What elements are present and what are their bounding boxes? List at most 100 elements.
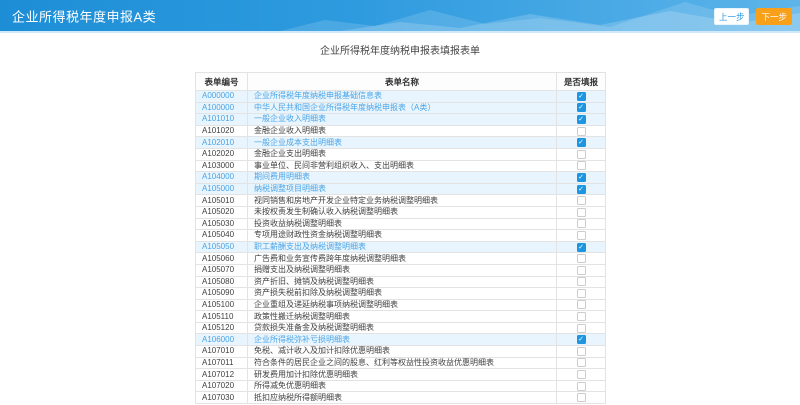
form-name[interactable]: 研发费用加计扣除优惠明细表 bbox=[247, 368, 557, 381]
fill-checkbox[interactable] bbox=[576, 277, 586, 287]
next-step-button[interactable]: 下一步 bbox=[756, 8, 792, 25]
form-code[interactable]: A101020 bbox=[195, 124, 248, 138]
form-name[interactable]: 资产折旧、摊销及纳税调整明细表 bbox=[247, 275, 557, 289]
fill-checkbox[interactable] bbox=[576, 381, 586, 391]
table-row: A105010 视同销售和房地产开发企业特定业务纳税调整明细表 bbox=[195, 194, 606, 207]
fill-checkbox[interactable]: ✓ bbox=[576, 184, 586, 194]
form-name[interactable]: 事业单位、民间非营利组织收入、支出明细表 bbox=[247, 159, 557, 173]
form-code[interactable]: A105040 bbox=[195, 229, 248, 242]
form-code[interactable]: A105020 bbox=[195, 205, 248, 219]
fill-checkbox[interactable]: ✓ bbox=[576, 114, 586, 124]
form-code[interactable]: A103000 bbox=[195, 159, 248, 173]
table-row: A105110 政策性搬迁纳税调整明细表 bbox=[195, 310, 606, 323]
fill-checkbox[interactable] bbox=[576, 288, 586, 298]
fill-checkbox[interactable]: ✓ bbox=[576, 103, 586, 113]
form-name[interactable]: 资产损失税前扣除及纳税调整明细表 bbox=[247, 287, 557, 300]
form-name[interactable]: 企业所得税弥补亏损明细表 bbox=[247, 333, 557, 347]
form-code[interactable]: A104000 bbox=[195, 171, 248, 184]
form-name[interactable]: 专项用途财政性资金纳税调整明细表 bbox=[247, 229, 557, 242]
fill-checkbox[interactable] bbox=[576, 393, 586, 403]
form-code[interactable]: A107010 bbox=[195, 345, 248, 358]
form-name[interactable]: 金融企业收入明细表 bbox=[247, 124, 557, 138]
fill-checkbox[interactable] bbox=[576, 323, 586, 333]
form-name[interactable]: 贷款损失准备金及纳税调整明细表 bbox=[247, 321, 557, 335]
form-name[interactable]: 视同销售和房地产开发企业特定业务纳税调整明细表 bbox=[247, 194, 557, 207]
fill-checkbox[interactable] bbox=[576, 230, 586, 240]
form-name[interactable]: 未按权责发生制确认收入纳税调整明细表 bbox=[247, 205, 557, 219]
table-row: A100000 中华人民共和国企业所得税年度纳税申报表（A类） ✓ bbox=[195, 101, 606, 115]
form-name[interactable]: 抵扣应纳税所得额明细表 bbox=[247, 391, 557, 405]
form-code[interactable]: A100000 bbox=[195, 101, 248, 115]
form-name[interactable]: 职工薪酬支出及纳税调整明细表 bbox=[247, 240, 557, 254]
form-code[interactable]: A106000 bbox=[195, 333, 248, 347]
fill-checkbox[interactable] bbox=[576, 312, 586, 322]
form-code[interactable]: A105100 bbox=[195, 298, 248, 312]
form-name[interactable]: 政策性搬迁纳税调整明细表 bbox=[247, 310, 557, 323]
fill-checkbox[interactable] bbox=[576, 346, 586, 356]
fill-checkbox[interactable]: ✓ bbox=[576, 91, 586, 101]
fill-checkbox[interactable] bbox=[576, 207, 586, 217]
table-row: A101010 一般企业收入明细表 ✓ bbox=[195, 113, 606, 126]
form-name[interactable]: 免税、减计收入及加计扣除优惠明细表 bbox=[247, 345, 557, 358]
table-row: A102020 金融企业支出明细表 bbox=[195, 147, 606, 161]
form-code[interactable]: A000000 bbox=[195, 90, 248, 103]
form-name[interactable]: 所得减免优惠明细表 bbox=[247, 379, 557, 393]
form-code[interactable]: A101010 bbox=[195, 113, 248, 126]
fill-checkbox[interactable] bbox=[576, 149, 586, 159]
table-row: A101020 金融企业收入明细表 bbox=[195, 124, 606, 138]
form-code[interactable]: A102020 bbox=[195, 147, 248, 161]
table-row: A105120 贷款损失准备金及纳税调整明细表 bbox=[195, 321, 606, 335]
form-code[interactable]: A105120 bbox=[195, 321, 248, 335]
form-code[interactable]: A105110 bbox=[195, 310, 248, 323]
form-code[interactable]: A105090 bbox=[195, 287, 248, 300]
form-name[interactable]: 投资收益纳税调整明细表 bbox=[247, 217, 557, 231]
fill-checkbox[interactable] bbox=[576, 161, 586, 171]
fill-checkbox[interactable] bbox=[576, 219, 586, 229]
fill-checkbox[interactable]: ✓ bbox=[576, 138, 586, 148]
top-banner: 企业所得税年度申报A类 上一步 下一步 bbox=[0, 0, 800, 33]
form-code[interactable]: A105050 bbox=[195, 240, 248, 254]
table-row: A105020 未按权责发生制确认收入纳税调整明细表 bbox=[195, 205, 606, 219]
fill-checkbox[interactable] bbox=[576, 254, 586, 264]
form-code[interactable]: A107030 bbox=[195, 391, 248, 405]
form-name[interactable]: 企业所得税年度纳税申报基础信息表 bbox=[247, 90, 557, 103]
form-name[interactable]: 捐赠支出及纳税调整明细表 bbox=[247, 263, 557, 277]
form-code[interactable]: A105010 bbox=[195, 194, 248, 207]
table-row: A107010 免税、减计收入及加计扣除优惠明细表 bbox=[195, 345, 606, 358]
fill-checkbox[interactable] bbox=[576, 300, 586, 310]
form-code[interactable]: A105080 bbox=[195, 275, 248, 289]
form-code[interactable]: A107020 bbox=[195, 379, 248, 393]
form-name[interactable]: 符合条件的居民企业之间的股息、红利等权益性投资收益优惠明细表 bbox=[247, 356, 557, 370]
form-name[interactable]: 金融企业支出明细表 bbox=[247, 147, 557, 161]
form-code[interactable]: A105000 bbox=[195, 182, 248, 196]
header-form-code: 表单编号 bbox=[195, 72, 248, 91]
prev-step-button[interactable]: 上一步 bbox=[713, 8, 750, 25]
form-code[interactable]: A105060 bbox=[195, 252, 248, 265]
form-code[interactable]: A105070 bbox=[195, 263, 248, 277]
form-name[interactable]: 一般企业成本支出明细表 bbox=[247, 136, 557, 149]
form-name[interactable]: 一般企业收入明细表 bbox=[247, 113, 557, 126]
fill-checkbox[interactable] bbox=[576, 265, 586, 275]
form-code[interactable]: A107011 bbox=[195, 356, 248, 370]
table-row: A105000 纳税调整项目明细表 ✓ bbox=[195, 182, 606, 196]
table-row: A105080 资产折旧、摊销及纳税调整明细表 bbox=[195, 275, 606, 289]
form-name[interactable]: 企业重组及递延纳税事项纳税调整明细表 bbox=[247, 298, 557, 312]
form-code[interactable]: A105030 bbox=[195, 217, 248, 231]
fill-checkbox[interactable]: ✓ bbox=[576, 172, 586, 182]
form-name[interactable]: 中华人民共和国企业所得税年度纳税申报表（A类） bbox=[247, 101, 557, 115]
fill-checkbox[interactable] bbox=[576, 126, 586, 136]
form-name[interactable]: 纳税调整项目明细表 bbox=[247, 182, 557, 196]
table-row: A103000 事业单位、民间非营利组织收入、支出明细表 bbox=[195, 159, 606, 173]
fill-checkbox[interactable]: ✓ bbox=[576, 242, 586, 252]
form-name[interactable]: 期间费用明细表 bbox=[247, 171, 557, 184]
table-row: A105070 捐赠支出及纳税调整明细表 bbox=[195, 263, 606, 277]
fill-checkbox[interactable] bbox=[576, 196, 586, 206]
form-code[interactable]: A102010 bbox=[195, 136, 248, 149]
form-code[interactable]: A107012 bbox=[195, 368, 248, 381]
table-row: A104000 期间费用明细表 ✓ bbox=[195, 171, 606, 184]
table-row: A000000 企业所得税年度纳税申报基础信息表 ✓ bbox=[195, 90, 606, 103]
fill-checkbox[interactable]: ✓ bbox=[576, 335, 586, 345]
fill-checkbox[interactable] bbox=[576, 358, 586, 368]
fill-checkbox[interactable] bbox=[576, 370, 586, 380]
form-name[interactable]: 广告费和业务宣传费跨年度纳税调整明细表 bbox=[247, 252, 557, 265]
